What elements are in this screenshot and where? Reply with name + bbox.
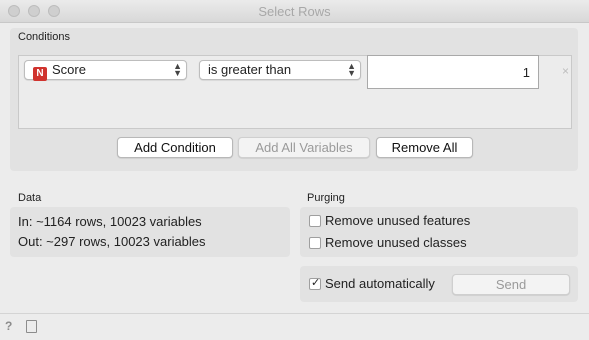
data-label: Data — [18, 192, 42, 204]
remove-condition-icon[interactable]: × — [562, 64, 569, 78]
remove-unused-features-checkbox[interactable] — [309, 215, 321, 227]
condition-value-input[interactable]: 1 — [367, 55, 539, 89]
conditions-label: Conditions — [18, 31, 70, 43]
updown-chevron-icon: ▲ ▼ — [173, 61, 182, 78]
send-automatically-label: Send automatically — [325, 276, 435, 291]
variable-select[interactable]: N Score ▲ ▼ — [24, 60, 187, 81]
operator-select[interactable]: is greater than ▲ ▼ — [199, 60, 361, 80]
send-button[interactable]: Send — [452, 274, 570, 295]
remove-all-button[interactable]: Remove All — [376, 137, 473, 158]
report-icon[interactable] — [26, 320, 37, 333]
title-bar: Select Rows — [0, 0, 589, 23]
remove-unused-classes-label: Remove unused classes — [325, 235, 467, 250]
help-icon[interactable]: ? — [5, 319, 12, 333]
remove-unused-features-label: Remove unused features — [325, 213, 471, 228]
status-bar: ? — [0, 313, 589, 340]
add-condition-button[interactable]: Add Condition — [117, 137, 233, 158]
operator-select-value: is greater than — [208, 62, 292, 77]
updown-chevron-icon: ▲ ▼ — [347, 61, 356, 78]
send-automatically-checkbox[interactable]: ✓ — [309, 277, 321, 290]
add-all-variables-button[interactable]: Add All Variables — [238, 137, 370, 158]
remove-unused-classes-checkbox[interactable] — [309, 237, 321, 249]
purging-label: Purging — [307, 192, 345, 204]
variable-select-value: Score — [52, 62, 86, 77]
window-title: Select Rows — [258, 4, 331, 19]
data-in-summary: In: ~1164 rows, 10023 variables — [18, 214, 202, 229]
data-out-summary: Out: ~297 rows, 10023 variables — [18, 234, 206, 249]
checkmark-icon: ✓ — [311, 277, 321, 289]
numeric-variable-icon: N — [33, 67, 47, 81]
